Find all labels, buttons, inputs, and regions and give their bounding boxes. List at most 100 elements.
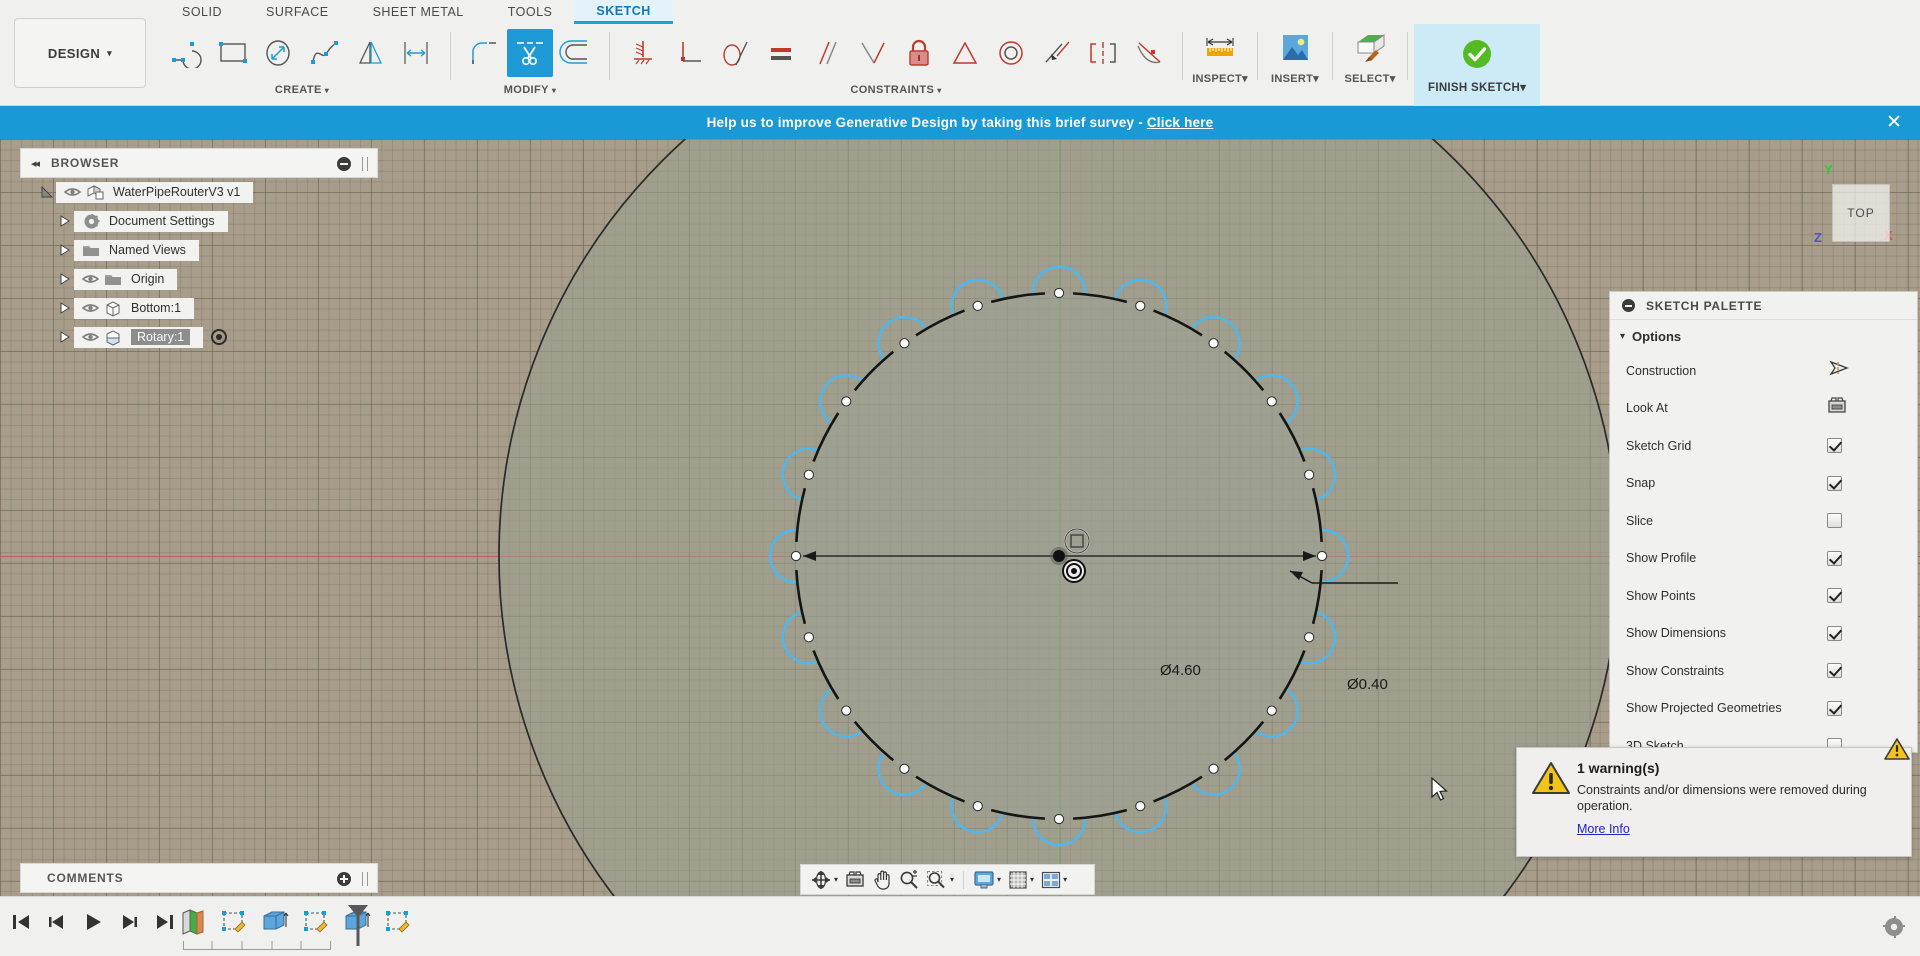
sidebar-item-bottom[interactable]: Bottom:1 xyxy=(74,297,195,319)
sketch-point[interactable] xyxy=(1135,300,1146,312)
select-button[interactable]: SELECT▾ xyxy=(1339,24,1401,106)
concentric-constraint-icon[interactable] xyxy=(988,29,1034,77)
mirror-icon[interactable] xyxy=(348,29,394,77)
tab-sketch[interactable]: SKETCH xyxy=(574,0,673,24)
eye-icon[interactable] xyxy=(79,302,101,314)
step-back-icon[interactable] xyxy=(46,911,68,938)
palette-row-look-at[interactable]: Look At xyxy=(1610,390,1917,428)
tree-row-bottom[interactable]: Bottom:1 xyxy=(20,296,380,320)
tab-surface[interactable]: SURFACE xyxy=(244,0,351,24)
pan-hand-icon[interactable] xyxy=(869,867,895,892)
eye-icon[interactable] xyxy=(79,273,101,285)
show-projected-geometries-checkbox[interactable] xyxy=(1827,700,1842,716)
sketch-point[interactable] xyxy=(841,396,852,407)
viewcube[interactable]: TOP xyxy=(1832,184,1890,242)
tab-tools[interactable]: TOOLS xyxy=(486,0,575,24)
collapse-panel-icon[interactable]: ◂◂ xyxy=(31,157,40,170)
palette-row-show-dimensions[interactable]: Show Dimensions xyxy=(1610,615,1917,653)
orbit-icon[interactable]: ▾ xyxy=(807,867,841,892)
symmetry-constraint-icon[interactable] xyxy=(1080,29,1126,77)
go-to-beginning-icon[interactable] xyxy=(10,911,32,938)
sketch-dimension-icon[interactable] xyxy=(394,29,440,77)
timeline-feature-sketch-1[interactable] xyxy=(219,907,249,937)
palette-row-construction[interactable]: Construction xyxy=(1610,352,1917,390)
sketch-point[interactable] xyxy=(1303,632,1315,643)
sketch-grid-checkbox[interactable] xyxy=(1827,438,1842,454)
curvature-constraint-icon[interactable] xyxy=(1126,29,1172,77)
tree-row-document-settings[interactable]: Document Settings xyxy=(20,209,380,233)
sidebar-item-named-views[interactable]: Named Views xyxy=(74,239,199,261)
show-constraints-checkbox[interactable] xyxy=(1827,663,1842,679)
add-comment-icon[interactable] xyxy=(337,872,351,886)
circle-icon[interactable] xyxy=(256,29,302,77)
sketch-point[interactable] xyxy=(803,632,815,643)
settings-gear-icon[interactable] xyxy=(1882,915,1906,944)
show-dimensions-checkbox[interactable] xyxy=(1827,625,1842,641)
timeline-feature-sketch-2[interactable] xyxy=(301,907,331,937)
step-forward-icon[interactable] xyxy=(118,911,140,938)
chevron-right-icon[interactable] xyxy=(56,302,74,314)
palette-row-slice[interactable]: Slice xyxy=(1610,502,1917,540)
sketch-point[interactable] xyxy=(1208,763,1219,774)
chevron-right-icon[interactable] xyxy=(56,215,74,227)
sketch-point[interactable] xyxy=(1053,813,1065,825)
look-at-icon[interactable] xyxy=(842,867,868,892)
palette-row-sketch-grid[interactable]: Sketch Grid xyxy=(1610,427,1917,465)
tangent-constraint-icon[interactable] xyxy=(712,29,758,77)
sketch-point[interactable] xyxy=(803,469,815,480)
resize-grip-icon[interactable] xyxy=(362,157,368,171)
slice-checkbox[interactable] xyxy=(1827,513,1842,529)
arc-icon[interactable] xyxy=(164,29,210,77)
sidebar-item-watertpiperouter[interactable]: WaterPipeRouterV3 v1 xyxy=(56,181,254,203)
resize-grip-icon[interactable] xyxy=(362,872,368,886)
tree-row-origin[interactable]: Origin xyxy=(20,267,380,291)
tab-sheet-metal[interactable]: SHEET METAL xyxy=(351,0,486,24)
palette-row-snap[interactable]: Snap xyxy=(1610,465,1917,503)
chevron-right-icon[interactable] xyxy=(56,244,74,256)
parallel-constraint-icon[interactable] xyxy=(804,29,850,77)
display-settings-icon[interactable]: ▾ xyxy=(970,867,1004,892)
offset-icon[interactable] xyxy=(553,29,599,77)
equal-constraint-icon[interactable] xyxy=(758,29,804,77)
sketch-point[interactable] xyxy=(972,800,983,812)
play-icon[interactable] xyxy=(82,911,104,938)
sketch-point[interactable] xyxy=(841,705,852,716)
sketch-point[interactable] xyxy=(1303,469,1315,480)
zoom-icon[interactable] xyxy=(896,867,922,892)
sketch-point[interactable] xyxy=(899,338,910,349)
chevron-down-icon[interactable]: ▾ xyxy=(1030,875,1034,884)
more-info-link[interactable]: More Info xyxy=(1577,822,1630,836)
radio-active-sketch-icon[interactable] xyxy=(211,329,228,345)
timeline-end-marker[interactable] xyxy=(345,903,371,952)
sketch-point[interactable] xyxy=(972,300,983,312)
sketch-point[interactable] xyxy=(790,550,802,562)
chevron-right-icon[interactable] xyxy=(56,273,74,285)
insert-button[interactable]: INSERT▾ xyxy=(1264,24,1326,106)
minimize-icon[interactable] xyxy=(1622,299,1635,312)
palette-row-show-projected-geometries[interactable]: Show Projected Geometries xyxy=(1610,690,1917,728)
show-profile-checkbox[interactable] xyxy=(1827,550,1842,566)
minimize-icon[interactable] xyxy=(337,157,351,171)
coincident-constraint-icon[interactable] xyxy=(1034,29,1080,77)
chevron-right-icon[interactable] xyxy=(56,331,74,343)
dimension-label-0-40[interactable]: Ø0.40 xyxy=(1347,676,1388,693)
tree-row-named-views[interactable]: Named Views xyxy=(20,238,380,262)
tab-solid[interactable]: SOLID xyxy=(160,0,244,24)
dimension-label-4-60[interactable]: Ø4.60 xyxy=(1160,662,1201,679)
sidebar-item-rotary[interactable]: Rotary:1 xyxy=(74,326,204,348)
palette-row-show-constraints[interactable]: Show Constraints xyxy=(1610,652,1917,690)
sidebar-item-document-settings[interactable]: Document Settings xyxy=(74,210,228,232)
chevron-down-icon[interactable]: ▾ xyxy=(997,875,1001,884)
perpendicular-constraint-icon[interactable] xyxy=(666,29,712,77)
finish-sketch-button[interactable]: FINISH SKETCH▾ xyxy=(1414,24,1541,106)
midpoint-constraint-icon[interactable] xyxy=(942,29,988,77)
fillet-icon[interactable] xyxy=(461,29,507,77)
sketch-point[interactable] xyxy=(899,763,910,774)
lock-constraint-icon[interactable] xyxy=(896,29,942,77)
trim-icon[interactable] xyxy=(507,29,553,77)
palette-row-show-profile[interactable]: Show Profile xyxy=(1610,540,1917,578)
sketch-point[interactable] xyxy=(1316,550,1328,562)
timeline-feature-sketch-3[interactable] xyxy=(383,907,413,937)
sketch-point[interactable] xyxy=(1053,287,1065,299)
palette-section-options[interactable]: ▾ Options xyxy=(1610,320,1917,352)
